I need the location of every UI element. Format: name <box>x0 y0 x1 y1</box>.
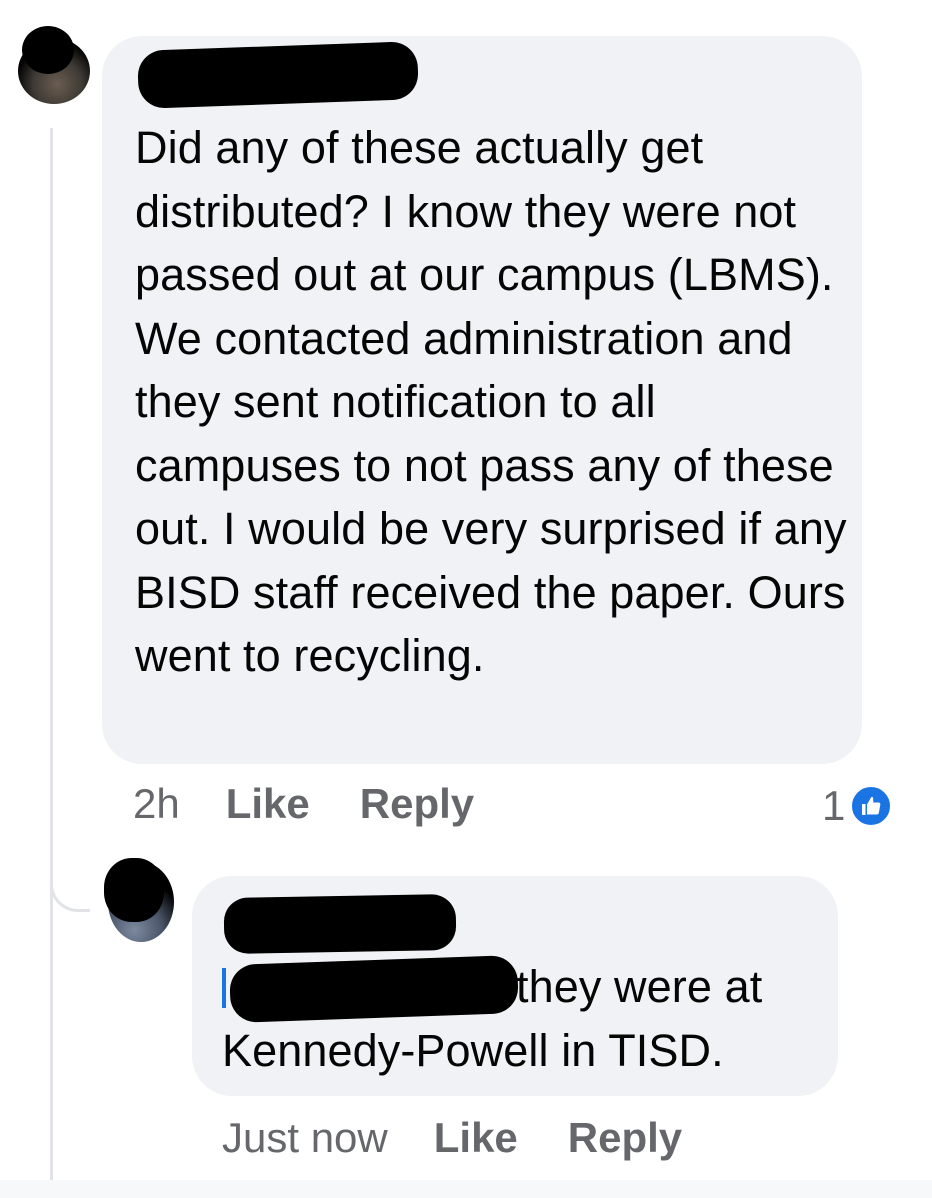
thumbs-up-icon <box>849 784 894 828</box>
reply-timestamp[interactable]: Just now <box>222 1114 388 1162</box>
reply-button[interactable]: Reply <box>360 780 474 828</box>
bottom-edge <box>0 1180 932 1198</box>
reaction-summary[interactable]: 1 <box>822 782 894 830</box>
redaction-mark <box>22 26 74 74</box>
redaction-mark <box>104 858 164 922</box>
reply-connector-curve <box>50 860 90 912</box>
reaction-count: 1 <box>822 782 846 829</box>
like-button[interactable]: Like <box>434 1114 518 1162</box>
redacted-author-name <box>137 41 419 109</box>
reply-button[interactable]: Reply <box>568 1114 682 1162</box>
redacted-mention-name <box>229 954 519 1024</box>
thread-connector-line <box>50 128 53 1198</box>
mention-link-edge <box>222 968 226 1008</box>
comment-thread: Did any of these actually get distribute… <box>0 0 932 1198</box>
comment-text: Did any of these actually get distribute… <box>135 122 847 681</box>
comment-timestamp[interactable]: 2h <box>133 780 180 828</box>
comment-meta: 2h Like Reply <box>133 780 474 828</box>
redacted-author-name <box>223 893 457 955</box>
like-button[interactable]: Like <box>226 780 310 828</box>
reply-meta: Just now Like Reply <box>222 1114 682 1162</box>
